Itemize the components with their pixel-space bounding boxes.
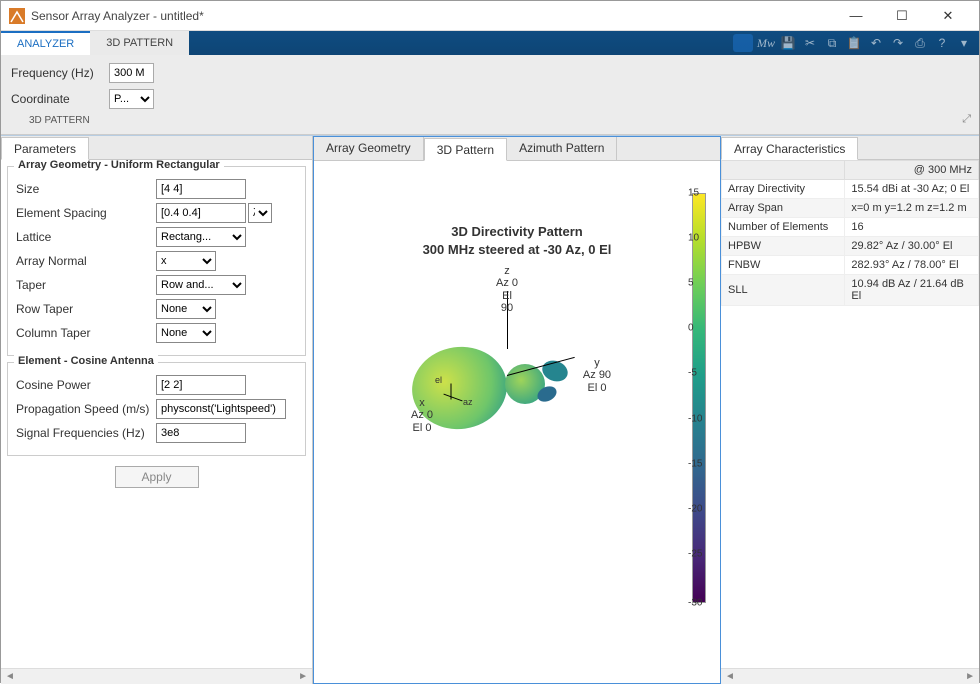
spacing-input[interactable] <box>156 203 246 223</box>
tab-3d-pattern[interactable]: 3D PATTERN <box>90 31 189 55</box>
print-icon[interactable]: ⎙ <box>911 34 929 52</box>
tab-array-geometry[interactable]: Array Geometry <box>314 137 424 160</box>
tab-parameters[interactable]: Parameters <box>1 137 89 160</box>
el-label: el <box>435 375 442 385</box>
ribbon-quick-access: Mw 💾 ✂ ⧉ 📋 ↶ ↷ ⎙ ? ▾ <box>733 31 979 55</box>
size-label: Size <box>16 182 156 196</box>
colorbar <box>692 193 706 603</box>
freq-input[interactable] <box>109 63 154 83</box>
app-icon[interactable] <box>733 34 753 52</box>
taper-label: Taper <box>16 278 156 292</box>
redo-icon[interactable]: ↷ <box>889 34 907 52</box>
normal-label: Array Normal <box>16 254 156 268</box>
char-header: @ 300 MHz <box>845 161 979 180</box>
plot-panel: Array Geometry 3D Pattern Azimuth Patter… <box>313 136 721 684</box>
group-legend: Element - Cosine Antenna <box>14 355 158 367</box>
cosine-label: Cosine Power <box>16 378 156 392</box>
plot-area[interactable]: 3D Directivity Pattern 300 MHz steered a… <box>314 161 720 683</box>
group-array-geometry: Array Geometry - Uniform Rectangular Siz… <box>7 166 306 356</box>
lattice-label: Lattice <box>16 230 156 244</box>
plot-3d-axes[interactable]: el az z Az 0 El 90 y Az 90 El 0 x Az 0 E… <box>387 279 647 499</box>
coltaper-label: Column Taper <box>16 326 156 340</box>
minimize-button[interactable]: — <box>833 1 879 31</box>
tab-azimuth-pattern[interactable]: Azimuth Pattern <box>507 137 617 160</box>
characteristics-panel: Array Characteristics @ 300 MHz Array Di… <box>721 136 979 684</box>
overflow-icon[interactable]: ▾ <box>955 34 973 52</box>
right-scrollbar[interactable]: ◄► <box>721 668 979 684</box>
spacing-unit-select[interactable]: λ <box>248 203 272 223</box>
table-row: SLL10.94 dB Az / 21.64 dB El <box>722 275 979 306</box>
tab-array-characteristics[interactable]: Array Characteristics <box>721 137 858 160</box>
table-row: FNBW282.93° Az / 78.00° El <box>722 256 979 275</box>
normal-select[interactable]: x <box>156 251 216 271</box>
toolstrip: Frequency (Hz) Coordinate P... 3D PATTER… <box>1 55 979 135</box>
size-input[interactable] <box>156 179 246 199</box>
x-axis-label: x Az 0 El 0 <box>407 397 437 433</box>
left-scrollbar[interactable]: ◄► <box>1 668 312 684</box>
sigfreq-label: Signal Frequencies (Hz) <box>16 426 156 440</box>
ribbon-bar: ANALYZER 3D PATTERN Mw 💾 ✂ ⧉ 📋 ↶ ↷ ⎙ ? ▾ <box>1 31 979 55</box>
apply-button[interactable]: Apply <box>115 466 199 488</box>
table-row: HPBW29.82° Az / 30.00° El <box>722 237 979 256</box>
undo-icon[interactable]: ↶ <box>867 34 885 52</box>
close-button[interactable]: ✕ <box>925 1 971 31</box>
z-axis-label: z Az 0 El 90 <box>495 265 519 313</box>
characteristics-table: @ 300 MHz Array Directivity15.54 dBi at … <box>721 160 979 306</box>
table-row: Array Spanx=0 m y=1.2 m z=1.2 m <box>722 199 979 218</box>
app-logo-icon <box>9 8 25 24</box>
tab-3d-pattern-plot[interactable]: 3D Pattern <box>424 138 507 161</box>
parameters-panel: Parameters Array Geometry - Uniform Rect… <box>1 136 313 684</box>
coltaper-select[interactable]: None <box>156 323 216 343</box>
group-element: Element - Cosine Antenna Cosine Power Pr… <box>7 362 306 456</box>
table-row: Number of Elements16 <box>722 218 979 237</box>
cosine-input[interactable] <box>156 375 246 395</box>
taper-select[interactable]: Row and... <box>156 275 246 295</box>
plot-title-line1: 3D Directivity Pattern <box>326 223 708 241</box>
speed-input[interactable] <box>156 399 286 419</box>
group-legend: Array Geometry - Uniform Rectangular <box>14 160 224 171</box>
speed-label: Propagation Speed (m/s) <box>16 402 156 416</box>
tab-analyzer[interactable]: ANALYZER <box>1 31 90 55</box>
az-label: az <box>463 397 473 407</box>
plot-title-line2: 300 MHz steered at -30 Az, 0 El <box>326 241 708 259</box>
rowtaper-select[interactable]: None <box>156 299 216 319</box>
spacing-label: Element Spacing <box>16 206 156 220</box>
window-title: Sensor Array Analyzer - untitled* <box>31 9 833 23</box>
expand-toolstrip-icon[interactable]: ⤢ <box>962 113 971 126</box>
mw-icon[interactable]: Mw <box>757 34 775 52</box>
help-icon[interactable]: ? <box>933 34 951 52</box>
titlebar: Sensor Array Analyzer - untitled* — ☐ ✕ <box>1 1 979 31</box>
coord-select[interactable]: P... <box>109 89 154 109</box>
maximize-button[interactable]: ☐ <box>879 1 925 31</box>
table-row: Array Directivity15.54 dBi at -30 Az; 0 … <box>722 180 979 199</box>
save-icon[interactable]: 💾 <box>779 34 797 52</box>
coord-label: Coordinate <box>11 92 101 106</box>
freq-label: Frequency (Hz) <box>11 66 101 80</box>
lattice-select[interactable]: Rectang... <box>156 227 246 247</box>
y-axis-label: y Az 90 El 0 <box>577 357 617 393</box>
sigfreq-input[interactable] <box>156 423 246 443</box>
section-label: 3D PATTERN <box>29 115 969 126</box>
rowtaper-label: Row Taper <box>16 302 156 316</box>
copy-icon[interactable]: ⧉ <box>823 34 841 52</box>
cut-icon[interactable]: ✂ <box>801 34 819 52</box>
paste-icon[interactable]: 📋 <box>845 34 863 52</box>
